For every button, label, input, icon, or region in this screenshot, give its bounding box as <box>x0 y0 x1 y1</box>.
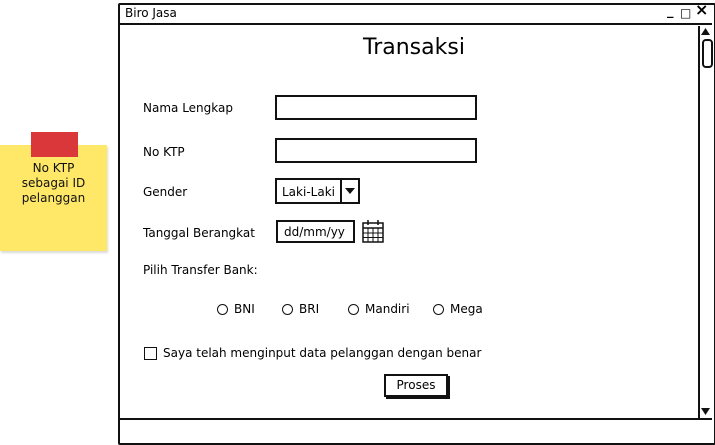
sticky-note-line: pelanggan <box>21 191 86 205</box>
radio-mandiri-label: Mandiri <box>365 302 410 316</box>
sticky-note-line: No KTP <box>32 161 75 175</box>
radio-mandiri[interactable] <box>348 304 359 315</box>
bank-label: Pilih Transfer Bank: <box>143 263 258 277</box>
sticky-note-text: No KTP sebagai ID pelanggan <box>6 161 101 206</box>
ktp-label: No KTP <box>143 145 185 159</box>
nama-input[interactable] <box>275 95 477 120</box>
confirm-checkbox-label: Saya telah menginput data pelanggan deng… <box>163 346 482 360</box>
gender-label: Gender <box>143 185 188 199</box>
maximize-button[interactable]: □ <box>680 5 691 21</box>
scrollbar-thumb[interactable] <box>702 39 713 68</box>
calendar-icon[interactable] <box>361 219 385 243</box>
tanggal-label: Tanggal Berangkat <box>143 226 255 240</box>
sticky-note-line: sebagai ID <box>21 176 86 190</box>
scroll-up-arrow-icon[interactable] <box>700 27 711 36</box>
confirm-checkbox[interactable] <box>144 347 157 360</box>
radio-mega[interactable] <box>433 304 444 315</box>
page-title: Transaksi <box>363 35 465 60</box>
sticky-note-tape <box>31 132 78 157</box>
date-input[interactable]: dd/mm/yy <box>276 220 355 243</box>
window-title: Biro Jasa <box>125 6 177 20</box>
radio-mega-label: Mega <box>450 302 483 316</box>
close-button[interactable]: × <box>695 2 708 18</box>
gender-select-value: Laki-Laki <box>282 185 335 199</box>
gender-select[interactable]: Laki-Laki <box>275 178 360 204</box>
radio-bri[interactable] <box>282 304 293 315</box>
chevron-down-icon[interactable] <box>340 180 358 202</box>
minimize-button[interactable]: _ <box>667 4 674 20</box>
nama-label: Nama Lengkap <box>143 101 233 115</box>
radio-bni[interactable] <box>217 304 228 315</box>
proses-button[interactable]: Proses <box>384 374 448 397</box>
vertical-scrollbar[interactable] <box>698 26 713 418</box>
date-input-placeholder: dd/mm/yy <box>284 225 345 239</box>
radio-bri-label: BRI <box>299 302 320 316</box>
status-bar-divider <box>120 418 712 420</box>
radio-bni-label: BNI <box>234 302 255 316</box>
title-bar <box>120 4 712 25</box>
scroll-down-arrow-icon[interactable] <box>700 407 711 416</box>
ktp-input[interactable] <box>275 138 477 163</box>
